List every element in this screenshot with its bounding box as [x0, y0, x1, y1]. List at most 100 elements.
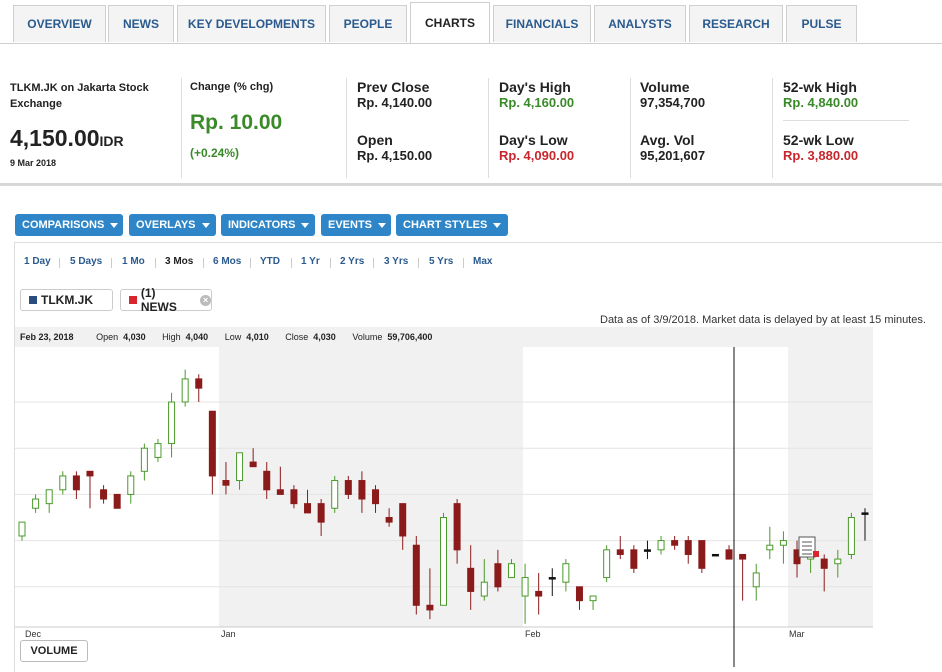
candle-body — [834, 558, 842, 565]
candle-body — [100, 489, 108, 500]
range-ytd[interactable]: YTD — [260, 256, 280, 267]
legend-news[interactable]: (1) NEWS × — [120, 286, 212, 314]
tab-research[interactable]: RESEARCH — [689, 5, 783, 42]
52wk-high-value: Rp. 4,840.00 — [783, 95, 859, 110]
range-5-days[interactable]: 5 Days — [70, 256, 102, 267]
overlays-button[interactable]: OVERLAYS — [129, 214, 216, 236]
days-high-label: Day's High — [499, 79, 571, 95]
candle-body — [290, 489, 298, 505]
candle-body — [72, 475, 80, 491]
hover-low-label: Low — [224, 332, 242, 342]
quote-date: 9 Mar 2018 — [10, 158, 57, 168]
candle-body — [86, 470, 94, 477]
candle-body — [820, 558, 828, 569]
range-max[interactable]: Max — [473, 256, 492, 267]
range-1-day[interactable]: 1 Day — [24, 256, 51, 267]
candle-body — [847, 517, 855, 555]
range-3-yrs[interactable]: 3 Yrs — [384, 256, 408, 267]
chart-styles-button[interactable]: CHART STYLES — [396, 214, 508, 236]
hover-high: 4,040 — [185, 332, 209, 342]
candle-body — [168, 401, 176, 445]
square-icon — [29, 296, 37, 304]
tab-pulse[interactable]: PULSE — [786, 5, 857, 42]
avg-vol-value: 95,201,607 — [640, 148, 706, 163]
legend-ticker-label: TLKM.JK — [41, 293, 93, 307]
volume-value: 97,354,700 — [640, 95, 706, 110]
tab-financials[interactable]: FINANCIALS — [493, 5, 591, 42]
candle-body — [358, 480, 366, 500]
hover-open: 4,030 — [123, 332, 146, 342]
candle-body — [589, 595, 597, 602]
tab-analysts[interactable]: ANALYSTS — [594, 5, 686, 42]
range-1-mo[interactable]: 1 Mo — [122, 256, 145, 267]
hover-date: Feb 23, 2018 — [20, 332, 74, 342]
indicators-button[interactable]: INDICATORS — [221, 214, 315, 236]
candle-body — [399, 503, 407, 537]
days-low-label: Day's Low — [499, 132, 568, 148]
range-5-yrs[interactable]: 5 Yrs — [429, 256, 453, 267]
volume-label: Volume — [640, 79, 690, 95]
candle-body — [861, 512, 869, 515]
days-high-value: Rp. 4,160.00 — [499, 95, 575, 110]
candle-body — [154, 443, 162, 458]
candle-body — [222, 480, 230, 486]
currency-label: IDR — [99, 133, 124, 149]
volume-button[interactable]: VOLUME — [20, 640, 88, 662]
tab-people[interactable]: PEOPLE — [329, 5, 407, 42]
candle-body — [195, 378, 203, 389]
tab-news[interactable]: NEWS — [108, 5, 174, 42]
indicators-label: INDICATORS — [228, 219, 296, 231]
candle-body — [59, 475, 67, 491]
last-price: 4,150.00IDR — [10, 125, 124, 152]
candle-body — [385, 517, 393, 523]
hover-high-label: High — [162, 332, 181, 342]
candle-body — [276, 489, 284, 495]
candle-body — [453, 503, 461, 551]
candle-body — [181, 378, 189, 403]
candle-body — [562, 563, 570, 583]
range-2-yrs[interactable]: 2 Yrs — [340, 256, 364, 267]
change-label: Change (% chg) — [190, 81, 274, 93]
change-percent: (+0.24%) — [190, 146, 240, 160]
candle-body — [657, 540, 665, 551]
candle-body — [548, 577, 556, 580]
hover-low: 4,010 — [246, 332, 269, 342]
tab-key-developments[interactable]: KEY DEVELOPMENTS — [177, 5, 326, 42]
quote-header — [0, 44, 942, 186]
candle-body — [739, 553, 747, 560]
price-chart[interactable]: 4,4004,3004,2004,1004,000DecJanFebMar — [15, 327, 877, 667]
plot-background — [15, 327, 219, 627]
events-button[interactable]: EVENTS — [321, 214, 391, 236]
comparisons-button[interactable]: COMPARISONS — [15, 214, 123, 236]
candle-body — [480, 581, 488, 597]
candle-body — [263, 470, 271, 491]
hover-open-label: Open — [96, 332, 119, 342]
52wk-low-label: 52-wk Low — [783, 132, 854, 148]
days-low-value: Rp. 4,090.00 — [499, 148, 575, 163]
legend-ticker[interactable]: TLKM.JK — [20, 289, 113, 311]
tab-overview[interactable]: OVERVIEW — [13, 5, 106, 42]
range-3-mos[interactable]: 3 Mos — [165, 256, 193, 267]
tab-charts[interactable]: CHARTS — [410, 2, 490, 43]
candle-body — [521, 577, 529, 597]
prev-close-label: Prev Close — [357, 79, 430, 95]
candle-body — [494, 563, 502, 588]
candle-body — [630, 549, 638, 569]
close-icon[interactable]: × — [200, 294, 211, 306]
candle-body — [45, 489, 53, 505]
candle-body — [643, 549, 651, 552]
candle-body — [467, 567, 475, 592]
candle-body — [507, 563, 515, 579]
caret-down-icon — [301, 222, 310, 228]
candle-body — [426, 604, 434, 611]
exchange-label: TLKM.JK on Jakarta Stock Exchange — [10, 82, 149, 110]
candle-body — [412, 544, 420, 606]
52wk-low-value: Rp. 3,880.00 — [783, 148, 859, 163]
range-1-yr[interactable]: 1 Yr — [301, 256, 320, 267]
candle-body — [18, 521, 26, 537]
hover-volume-label: Volume — [352, 332, 383, 342]
range-6-mos[interactable]: 6 Mos — [213, 256, 241, 267]
candle-body — [32, 498, 40, 509]
candle-body — [113, 493, 121, 509]
52wk-high-label: 52-wk High — [783, 79, 857, 95]
